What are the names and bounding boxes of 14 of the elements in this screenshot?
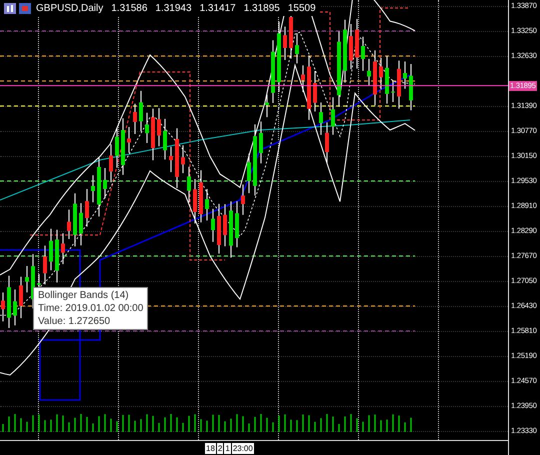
price-value: 1.31586 (111, 2, 148, 16)
time-label: 2 (216, 443, 224, 454)
volume-value: 15509 (288, 2, 316, 16)
price-value: 1.31417 (200, 2, 236, 16)
time-label: 23:00 (232, 443, 254, 454)
tooltip-value: Value: 1.272650 (38, 315, 112, 328)
price-value: 1.31895 (244, 2, 280, 16)
time-label: 1 (224, 443, 231, 454)
price-value: 1.31943 (155, 2, 192, 16)
chart-icon[interactable] (4, 2, 32, 14)
time-label: 18 (205, 443, 216, 454)
symbol-label: GBPUSD,Daily (36, 2, 104, 16)
tooltip-time: Time: 2019.01.02 00:00 (38, 302, 144, 315)
tooltip-title: Bollinger Bands (14) (38, 289, 130, 302)
